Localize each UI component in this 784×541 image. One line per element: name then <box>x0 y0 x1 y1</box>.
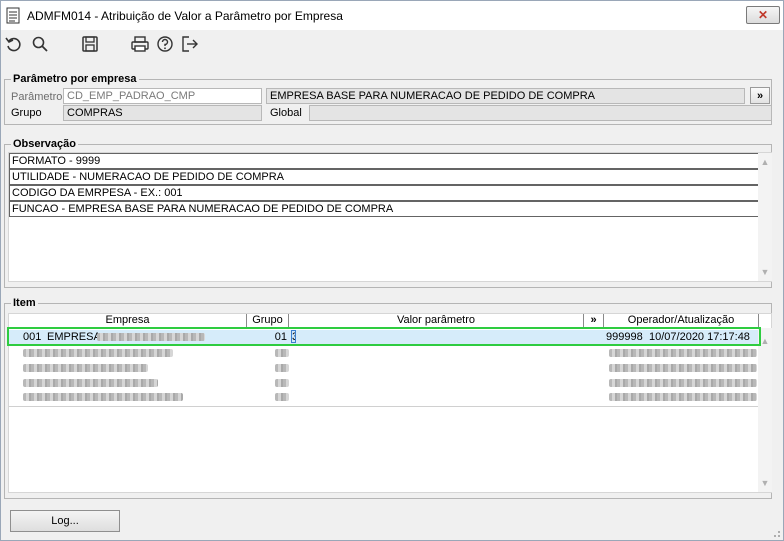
toolbar <box>0 30 784 60</box>
parametro-expand-button[interactable]: » <box>750 87 770 104</box>
parametro-field[interactable]: CD_EMP_PADRAO_CMP <box>63 88 262 104</box>
redacted-text <box>97 333 205 341</box>
document-icon <box>6 7 20 24</box>
undo-icon[interactable] <box>5 35 23 53</box>
observacao-line: FUNCAO - EMPRESA BASE PARA NUMERACAO DE … <box>9 201 759 217</box>
title-bar: ADMFM014 - Atribuição de Valor a Parâmet… <box>0 0 784 30</box>
global-label: Global <box>270 107 302 119</box>
parametro-section-legend: Parâmetro por empresa <box>13 73 137 85</box>
resize-grip-icon[interactable] <box>771 528 781 538</box>
redacted-text <box>23 349 173 357</box>
observacao-line: CODIGO DA EMRPESA - EX.: 001 <box>9 185 759 201</box>
scroll-up-icon[interactable]: ▲ <box>760 157 770 167</box>
redacted-text <box>609 379 757 387</box>
column-expand-button[interactable]: » <box>584 314 604 328</box>
row-operador: 999998 <box>606 331 643 343</box>
item-grid: Empresa Grupo Valor parâmetro » Operador… <box>8 313 772 493</box>
redacted-text <box>275 393 289 401</box>
chevron-double-right-icon: » <box>756 89 764 102</box>
valor-input[interactable]: 3 <box>291 330 296 343</box>
redacted-text <box>275 349 289 357</box>
redacted-text <box>609 364 757 372</box>
redacted-text <box>275 379 289 387</box>
observacao-textarea[interactable]: FORMATO - 9999 UTILIDADE - NUMERACAO DE … <box>8 152 772 282</box>
help-icon[interactable] <box>156 35 174 53</box>
table-row[interactable] <box>9 390 759 404</box>
log-button-label: Log... <box>51 515 79 527</box>
observacao-section-legend: Observação <box>13 138 76 150</box>
parametro-label: Parâmetro <box>11 91 63 103</box>
redacted-text <box>23 393 183 401</box>
parametro-description-field: EMPRESA BASE PARA NUMERACAO DE PEDIDO DE… <box>266 88 745 104</box>
table-row[interactable] <box>9 346 759 360</box>
item-grid-scrollbar[interactable]: ▲ ▼ <box>758 328 772 492</box>
window-title: ADMFM014 - Atribuição de Valor a Parâmet… <box>27 9 343 23</box>
close-icon: ✕ <box>757 8 769 22</box>
observacao-line: FORMATO - 9999 <box>9 153 759 169</box>
grupo-field: COMPRAS <box>63 105 262 121</box>
table-row[interactable] <box>9 361 759 375</box>
grupo-label: Grupo <box>11 107 42 119</box>
print-icon[interactable] <box>131 35 149 53</box>
table-row[interactable] <box>9 376 759 390</box>
close-button[interactable]: ✕ <box>746 6 780 24</box>
search-icon[interactable] <box>31 35 49 53</box>
scroll-down-icon[interactable]: ▼ <box>760 478 770 488</box>
grid-divider <box>9 406 759 407</box>
column-header-valor[interactable]: Valor parâmetro <box>289 314 584 328</box>
log-button[interactable]: Log... <box>10 510 120 532</box>
observacao-line: UTILIDADE - NUMERACAO DE PEDIDO DE COMPR… <box>9 169 759 185</box>
observacao-scrollbar[interactable]: ▲ ▼ <box>758 153 772 281</box>
column-header-grupo[interactable]: Grupo <box>247 314 289 328</box>
redacted-text <box>609 393 757 401</box>
redacted-text <box>609 349 757 357</box>
column-header-empresa[interactable]: Empresa <box>9 314 247 328</box>
row-codigo: 001 <box>23 331 42 343</box>
row-grupo: 01 <box>274 331 287 343</box>
save-icon[interactable] <box>81 35 99 53</box>
scroll-down-icon[interactable]: ▼ <box>760 267 770 277</box>
redacted-text <box>23 379 158 387</box>
scroll-up-icon[interactable]: ▲ <box>760 336 770 346</box>
item-section-legend: Item <box>13 297 36 309</box>
redacted-text <box>23 364 148 372</box>
table-row[interactable]: 001 EMPRESA 01 3 999998 10/07/2020 17:17… <box>9 330 759 344</box>
row-atualizacao: 10/07/2020 17:17:48 <box>649 331 750 343</box>
exit-icon[interactable] <box>181 35 199 53</box>
column-header-operador[interactable]: Operador/Atualização <box>604 314 759 328</box>
redacted-text <box>275 364 289 372</box>
global-field <box>309 105 772 121</box>
